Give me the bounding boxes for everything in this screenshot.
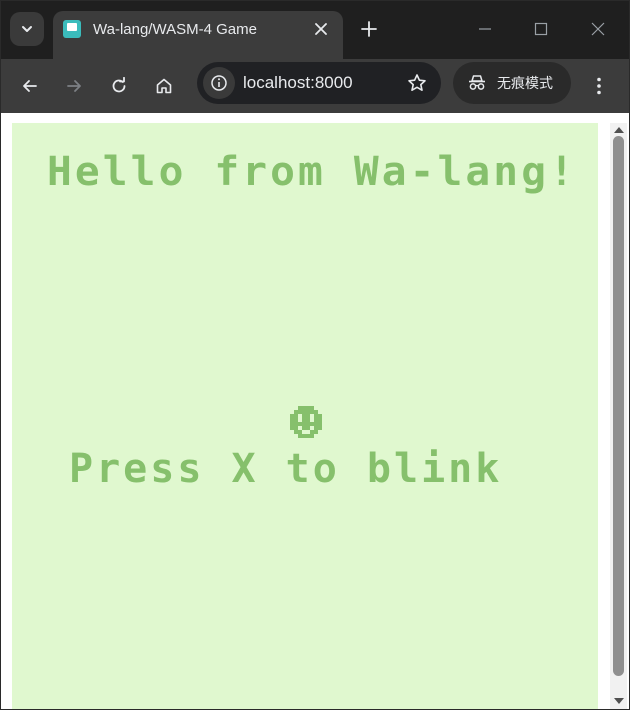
forward-button[interactable]	[57, 69, 91, 103]
home-icon	[156, 78, 172, 94]
scroll-down-arrow-icon[interactable]	[614, 698, 624, 704]
site-info-button[interactable]	[203, 67, 235, 99]
tab-title: Wa-lang/WASM-4 Game	[93, 21, 257, 38]
scroll-up-arrow-icon[interactable]	[614, 127, 624, 133]
maximize-icon	[534, 22, 548, 36]
arrow-left-icon	[23, 80, 37, 92]
browser-menu-button[interactable]	[585, 69, 613, 103]
browser-window: Wa-lang/WASM-4 Game localhost:8000 无痕模式 …	[0, 0, 630, 710]
url-text[interactable]: localhost:8000	[243, 73, 353, 93]
star-icon	[408, 74, 426, 91]
maximize-button[interactable]	[525, 15, 557, 43]
game-title-text: Hello from Wa-lang!	[47, 149, 577, 195]
page-viewport: Hello from Wa-lang! Press X to blink	[1, 113, 629, 709]
kebab-menu-icon	[597, 77, 601, 95]
reload-button[interactable]	[102, 69, 136, 103]
info-icon	[211, 75, 227, 91]
toolbar: localhost:8000 无痕模式	[1, 59, 629, 113]
arrow-right-icon	[67, 80, 81, 92]
address-bar[interactable]: localhost:8000	[197, 62, 441, 104]
scrollbar-thumb[interactable]	[613, 136, 624, 676]
reload-icon	[112, 77, 126, 93]
home-button[interactable]	[147, 69, 181, 103]
tab-strip: Wa-lang/WASM-4 Game	[1, 1, 629, 59]
plus-icon	[361, 21, 377, 37]
close-icon	[591, 22, 605, 36]
incognito-indicator[interactable]: 无痕模式	[453, 62, 571, 104]
wasm4-favicon-icon	[63, 20, 81, 38]
incognito-icon	[469, 75, 485, 90]
vertical-scrollbar[interactable]	[610, 123, 627, 709]
incognito-label: 无痕模式	[497, 75, 553, 91]
game-canvas[interactable]: Hello from Wa-lang! Press X to blink	[12, 123, 598, 709]
tab-active[interactable]: Wa-lang/WASM-4 Game	[53, 11, 343, 59]
close-window-button[interactable]	[582, 15, 614, 43]
bookmark-button[interactable]	[405, 71, 429, 95]
tab-close-button[interactable]	[309, 17, 333, 41]
minimize-icon	[479, 28, 491, 30]
minimize-button[interactable]	[469, 15, 501, 43]
close-icon	[315, 23, 327, 35]
back-button[interactable]	[13, 69, 47, 103]
smiley-face-icon	[290, 406, 322, 438]
tab-search-button[interactable]	[10, 12, 44, 46]
new-tab-button[interactable]	[355, 15, 383, 43]
chevron-down-icon	[22, 26, 32, 32]
game-instruction-text: Press X to blink	[69, 446, 503, 492]
